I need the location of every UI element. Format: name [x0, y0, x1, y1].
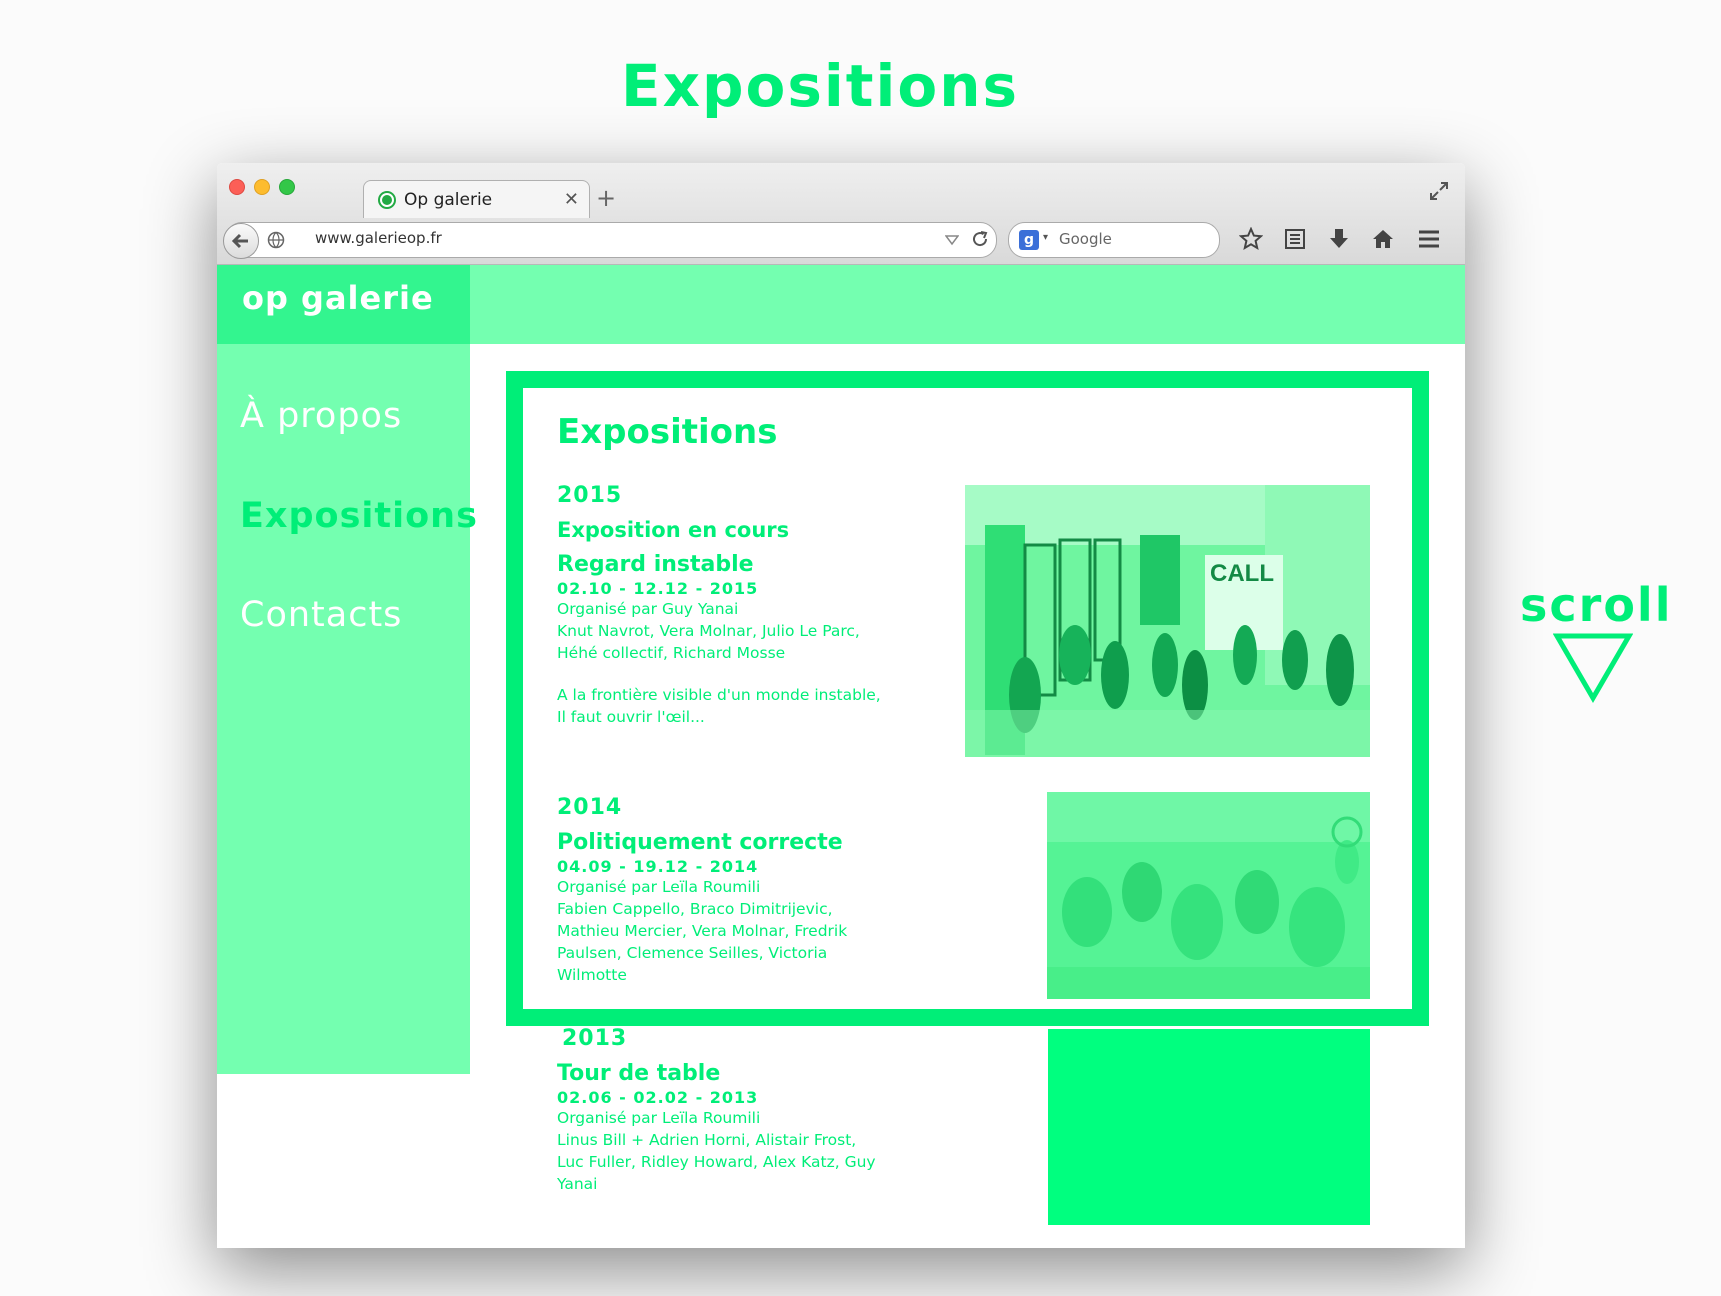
- browser-tab[interactable]: Op galerie ✕: [363, 180, 590, 218]
- sidebar-nav: À propos Expositions Contacts: [217, 344, 477, 1074]
- search-placeholder: Google: [1059, 230, 1112, 248]
- content-title: Expositions: [557, 412, 778, 452]
- exhibition-year: 2013: [562, 1026, 628, 1051]
- home-icon[interactable]: [1371, 227, 1395, 251]
- dropdown-arrow-icon[interactable]: [945, 234, 959, 246]
- search-engine-dropdown-icon[interactable]: ▾: [1043, 232, 1048, 243]
- svg-text:CALL: CALL: [1210, 560, 1274, 587]
- tab-title: Op galerie: [404, 190, 493, 210]
- globe-icon: [267, 231, 285, 249]
- back-button[interactable]: [223, 223, 259, 259]
- exhibition-quote: A la frontière visible d'un monde instab…: [557, 684, 887, 728]
- exhibition-organizer: Organisé par Leïla Roumili: [557, 878, 761, 896]
- fullscreen-icon[interactable]: [1428, 180, 1450, 202]
- exhibition-2015: 2015 Exposition en cours Regard instable…: [557, 483, 887, 728]
- menu-icon[interactable]: [1417, 227, 1441, 251]
- exhibition-title[interactable]: Regard instable: [557, 552, 887, 577]
- exhibition-artists: Linus Bill + Adrien Horni, Alistair Fros…: [557, 1131, 876, 1193]
- nav-item-expositions[interactable]: Expositions: [240, 496, 478, 536]
- scroll-hint: scroll: [1520, 578, 1673, 704]
- new-tab-icon[interactable]: +: [596, 184, 616, 212]
- exhibition-photo-2014[interactable]: [1047, 792, 1370, 999]
- exhibition-dates: 02.06 - 02.02 - 2013: [557, 1088, 759, 1107]
- favicon-icon: [378, 191, 396, 209]
- search-field[interactable]: g ▾ Google: [1008, 222, 1220, 258]
- quote-line: Il faut ouvrir l'œil...: [557, 708, 705, 726]
- zoom-window-button[interactable]: [279, 179, 295, 195]
- reload-icon[interactable]: [970, 229, 990, 249]
- exhibition-organizer: Organisé par Leïla Roumili: [557, 1109, 761, 1127]
- bookmark-star-icon[interactable]: [1239, 227, 1263, 251]
- scroll-label: scroll: [1520, 578, 1673, 632]
- exhibition-dates: 04.09 - 19.12 - 2014: [557, 857, 759, 876]
- search-engine-icon[interactable]: g: [1019, 230, 1039, 250]
- gallery-photo-image: [1047, 792, 1370, 999]
- exhibition-artists: Fabien Cappello, Braco Dimitrijevic, Mat…: [557, 900, 848, 984]
- exhibition-dates: 02.10 - 12.12 - 2015: [557, 579, 759, 598]
- exhibition-title[interactable]: Politiquement correcte: [557, 830, 887, 855]
- reading-list-icon[interactable]: [1283, 227, 1307, 251]
- exhibition-title[interactable]: Tour de table: [557, 1061, 887, 1086]
- exhibition-artists: Knut Navrot, Vera Molnar, Julio Le Parc,…: [557, 622, 860, 662]
- download-icon[interactable]: [1327, 227, 1351, 251]
- scroll-down-arrow-icon: [1552, 633, 1633, 703]
- exhibition-photo-2015[interactable]: CALL: [965, 485, 1370, 757]
- nav-item-a-propos[interactable]: À propos: [240, 396, 402, 436]
- browser-window: Op galerie ✕ + www.galerieop.fr g ▾ Goog…: [217, 163, 1465, 1248]
- nav-item-contacts[interactable]: Contacts: [240, 595, 402, 635]
- exhibition-year: 2014: [557, 795, 623, 820]
- tab-close-icon[interactable]: ✕: [564, 189, 579, 210]
- back-arrow-icon: [231, 233, 248, 249]
- exhibition-2014: 2014 Politiquement correcte 04.09 - 19.1…: [557, 795, 887, 986]
- exhibition-year: 2015: [557, 483, 623, 508]
- logo-text: op galerie: [242, 279, 434, 317]
- exhibition-2013: 2013 Tour de table 02.06 - 02.02 - 2013 …: [557, 1026, 887, 1195]
- quote-line: A la frontière visible d'un monde instab…: [557, 686, 881, 704]
- site-header: op galerie: [217, 265, 1465, 344]
- browser-chrome: Op galerie ✕ + www.galerieop.fr g ▾ Goog…: [217, 163, 1465, 265]
- exhibition-photo-2013-placeholder[interactable]: [1048, 1029, 1370, 1225]
- minimize-window-button[interactable]: [254, 179, 270, 195]
- site-logo[interactable]: op galerie: [217, 265, 470, 344]
- url-text: www.galerieop.fr: [315, 229, 442, 247]
- close-window-button[interactable]: [229, 179, 245, 195]
- gallery-photo-image: CALL: [965, 485, 1370, 757]
- page-headline: Expositions: [620, 52, 1020, 120]
- exhibition-organizer: Organisé par Guy Yanai: [557, 600, 739, 618]
- exhibition-status: Exposition en cours: [557, 518, 790, 542]
